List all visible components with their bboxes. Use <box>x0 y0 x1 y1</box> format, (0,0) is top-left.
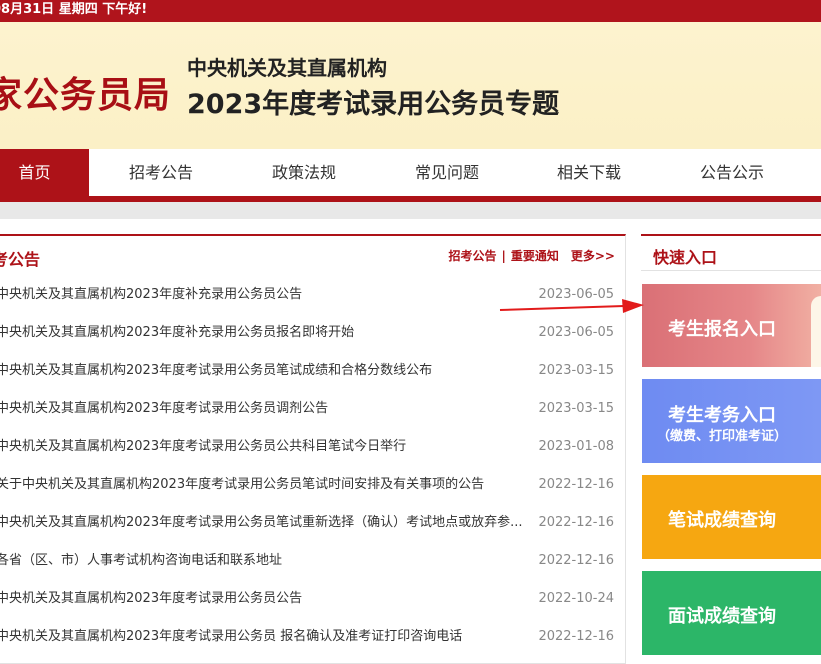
news-title[interactable]: 中央机关及其直属机构2023年度考试录用公务员公告 <box>0 580 302 618</box>
interview-score-button[interactable]: 面试成绩查询 <box>642 571 821 655</box>
more-link[interactable]: 更多>> <box>571 249 615 263</box>
divider-band <box>0 202 821 219</box>
news-row[interactable]: 中央机关及其直属机构2023年度考试录用公务员笔试重新选择（确认）考试地点或放弃… <box>0 504 620 542</box>
banner-subtitle: 中央机关及其直属机构 <box>187 56 387 80</box>
link-separator: | <box>501 249 506 263</box>
exam-affairs-button[interactable]: 考生考务入口 （缴费、打印准考证） <box>642 379 821 463</box>
panel-links: 招考公告 | 重要通知 更多>> <box>448 247 615 264</box>
quick-entry-header: 快速入口 <box>641 234 821 271</box>
exam-affairs-sublabel: （缴费、打印准考证） <box>656 429 787 444</box>
nav-item-faq[interactable]: 常见问题 <box>389 149 505 196</box>
news-title[interactable]: 中央机关及其直属机构2023年度考试录用公务员笔试成绩和合格分数线公布 <box>0 352 432 390</box>
news-title[interactable]: 中央机关及其直属机构2023年度考试录用公务员 报名确认及准考证打印咨询电话 <box>0 618 462 656</box>
news-row[interactable]: 中央机关及其直属机构2023年度考试录用公务员 报名确认及准考证打印咨询电话 20… <box>0 618 620 656</box>
news-row[interactable]: 各省（区、市）人事考试机构咨询电话和联系地址 2022-12-16 <box>0 542 620 580</box>
news-date: 2022-12-16 <box>538 515 614 530</box>
main-nav: 首页 招考公告 政策法规 常见问题 相关下载 公告公示 <box>0 149 821 196</box>
news-title[interactable]: 关于中央机关及其直属机构2023年度考试录用公务员笔试时间安排及有关事项的公告 <box>0 466 484 504</box>
link-announcements[interactable]: 招考公告 <box>448 249 496 263</box>
link-important-notices[interactable]: 重要通知 <box>511 249 559 263</box>
candidate-registration-button[interactable]: 考生报名入口 <box>642 284 821 367</box>
nav-item-downloads[interactable]: 相关下载 <box>531 149 647 196</box>
red-arrow-annotation <box>499 299 644 313</box>
org-name: 家公务员局 <box>0 75 172 116</box>
news-date: 2023-01-08 <box>538 439 614 454</box>
nav-item-notices[interactable]: 公告公示 <box>674 149 790 196</box>
site-banner: 家公务员局 中央机关及其直属机构 2023年度考试录用公务员专题 <box>0 22 821 149</box>
news-date: 2022-12-16 <box>538 553 614 568</box>
decorative-figure <box>811 296 821 367</box>
quick-entry-title: 快速入口 <box>653 248 718 267</box>
news-title[interactable]: 中央机关及其直属机构2023年度考试录用公务员调剂公告 <box>0 390 328 428</box>
registration-label: 考生报名入口 <box>668 319 776 340</box>
news-row[interactable]: 中央机关及其直属机构2023年度考试录用公务员笔试成绩和合格分数线公布 2023-… <box>0 352 620 390</box>
news-date: 2022-10-24 <box>538 591 614 606</box>
nav-item-policies[interactable]: 政策法规 <box>246 149 362 196</box>
interview-score-label: 面试成绩查询 <box>668 606 776 627</box>
news-row[interactable]: 中央机关及其直属机构2023年度考试录用公务员公告 2022-10-24 <box>0 580 620 618</box>
written-score-label: 笔试成绩查询 <box>668 510 776 531</box>
news-title[interactable]: 中央机关及其直属机构2023年度考试录用公务员笔试重新选择（确认）考试地点或放弃… <box>0 504 522 542</box>
news-title[interactable]: 中央机关及其直属机构2023年度考试录用公务员公共科目笔试今日举行 <box>0 428 406 466</box>
news-date: 2023-03-15 <box>538 363 614 378</box>
news-title[interactable]: 中央机关及其直属机构2023年度补充录用公务员公告 <box>0 276 302 314</box>
news-date: 2023-03-15 <box>538 401 614 416</box>
top-date-bar: 08月31日 星期四 下午好! <box>0 0 821 22</box>
news-date: 2022-12-16 <box>538 477 614 492</box>
date-text: 08月31日 星期四 下午好! <box>0 2 148 17</box>
exam-affairs-label: 考生考务入口 <box>668 405 776 426</box>
news-row[interactable]: 中央机关及其直属机构2023年度考试录用公务员调剂公告 2023-03-15 <box>0 390 620 428</box>
news-title[interactable]: 中央机关及其直属机构2023年度补充录用公务员报名即将开始 <box>0 314 354 352</box>
written-score-button[interactable]: 笔试成绩查询 <box>642 475 821 559</box>
nav-item-announcements[interactable]: 招考公告 <box>103 149 219 196</box>
news-title[interactable]: 各省（区、市）人事考试机构咨询电话和联系地址 <box>0 542 282 580</box>
news-row[interactable]: 中央机关及其直属机构2023年度考试录用公务员公共科目笔试今日举行 2023-01… <box>0 428 620 466</box>
banner-title: 2023年度考试录用公务员专题 <box>187 89 560 120</box>
news-date: 2022-12-16 <box>538 629 614 644</box>
nav-item-home[interactable]: 首页 <box>0 149 89 196</box>
news-row[interactable]: 关于中央机关及其直属机构2023年度考试录用公务员笔试时间安排及有关事项的公告 2… <box>0 466 620 504</box>
panel-title: 考公告 <box>0 250 41 269</box>
